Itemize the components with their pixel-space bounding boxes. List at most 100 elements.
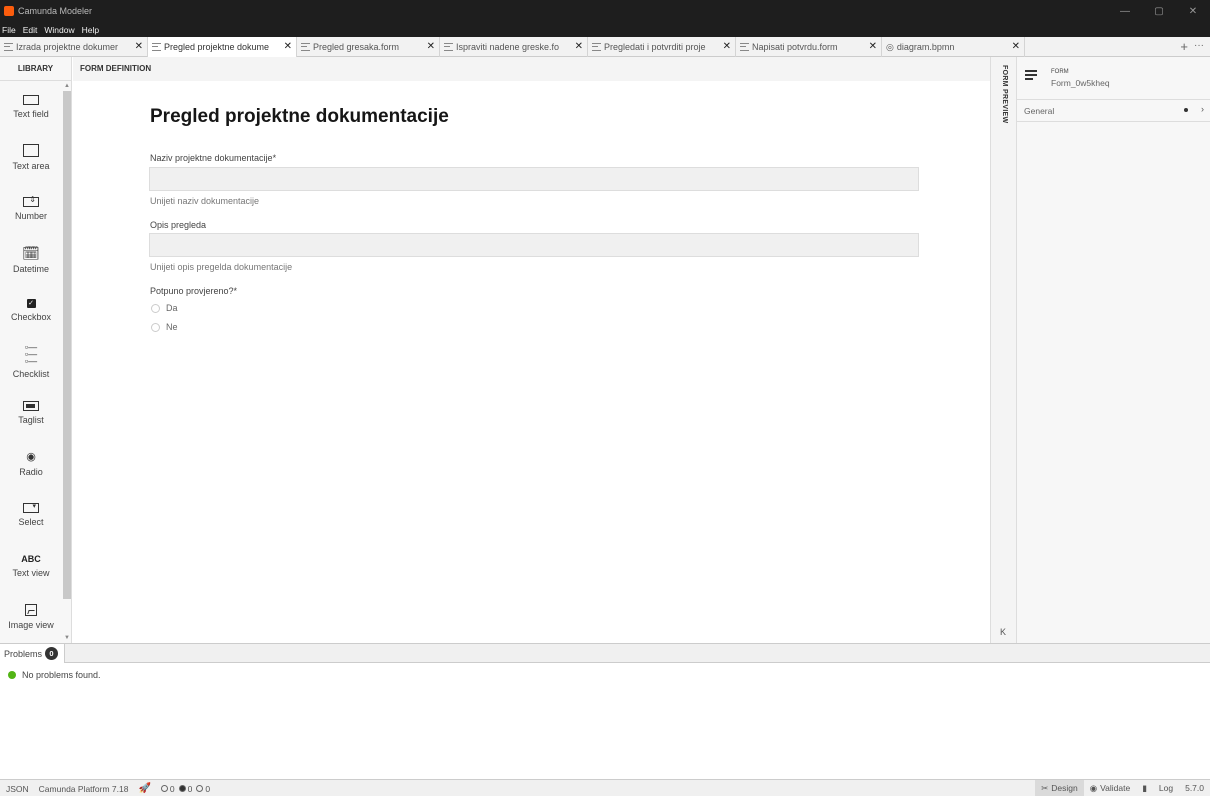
- problems-message: No problems found.: [8, 670, 101, 680]
- select-icon: ▾: [23, 502, 39, 513]
- radio-circle-icon: [151, 303, 160, 313]
- tab-napisati-potvrdu[interactable]: Napisati potvrdu.form ✕: [736, 37, 882, 57]
- library-item-select[interactable]: ▾ Select: [0, 489, 62, 540]
- info-icon: [196, 785, 204, 792]
- library-item-text-field[interactable]: Text field: [0, 81, 62, 132]
- more-tabs-button[interactable]: ···: [1194, 40, 1204, 51]
- eye-icon: ◉: [1089, 782, 1098, 793]
- problems-tab[interactable]: Problems 0: [0, 644, 66, 663]
- element-id: Form_0w5kheq: [1051, 78, 1110, 88]
- library-title: LIBRARY: [0, 57, 71, 81]
- bpmn-file-icon: ◎: [886, 41, 894, 52]
- library-item-checkbox[interactable]: ✓ Checkbox: [0, 285, 62, 336]
- library-item-checklist[interactable]: ▫— ▫— ▫— Checklist: [0, 336, 62, 387]
- log-button[interactable]: Log: [1153, 780, 1179, 796]
- checklist-icon: ▫— ▫— ▫—: [24, 342, 38, 366]
- form-canvas[interactable]: Pregled projektne dokumentacije Naziv pr…: [73, 81, 990, 643]
- lint-counts[interactable]: 0 0 0: [160, 784, 210, 794]
- window-controls: — ▢ ✕: [1108, 0, 1210, 22]
- review-description-field[interactable]: [149, 233, 919, 257]
- menu-bar: File Edit Window Help: [0, 22, 1210, 37]
- form-file-icon: [301, 43, 310, 51]
- collapse-panel-icon[interactable]: K: [1000, 627, 1006, 637]
- engine-platform-selector[interactable]: Camunda Platform 7.18: [39, 784, 129, 794]
- library-item-datetime[interactable]: 🗓 Datetime: [0, 234, 62, 285]
- camunda-logo-icon: [4, 6, 14, 16]
- form-icon: [1025, 70, 1037, 82]
- deploy-rocket-icon[interactable]: 🚀: [138, 783, 150, 794]
- menu-help[interactable]: Help: [82, 25, 99, 35]
- field-description: Unijeti naziv dokumentacije: [150, 196, 260, 206]
- close-tab-icon[interactable]: ✕: [723, 41, 731, 52]
- close-tab-icon[interactable]: ✕: [1012, 41, 1020, 52]
- design-mode-button[interactable]: ✂ Design: [1035, 780, 1084, 796]
- close-tab-icon[interactable]: ✕: [869, 41, 877, 52]
- minimize-button[interactable]: —: [1108, 0, 1142, 22]
- form-file-icon: [4, 43, 13, 51]
- design-icon: ✂: [1041, 782, 1049, 793]
- close-tab-icon[interactable]: ✕: [284, 41, 292, 52]
- library-item-taglist[interactable]: Taglist: [0, 387, 62, 438]
- number-icon: ⇕: [23, 195, 39, 207]
- feedback-button[interactable]: ▮: [1136, 780, 1153, 796]
- add-tab-button[interactable]: +: [1180, 39, 1188, 54]
- feedback-icon: ▮: [1142, 782, 1147, 793]
- warning-icon: [178, 785, 186, 792]
- close-window-button[interactable]: ✕: [1176, 0, 1210, 22]
- form-file-icon: [740, 43, 749, 51]
- properties-panel: FORM Form_0w5kheq General ›: [1017, 57, 1210, 643]
- checkbox-icon: ✓: [26, 299, 36, 308]
- group-indicator-dot: [1184, 108, 1188, 112]
- tab-ispraviti-greske[interactable]: Ispraviti nadene greske.fo ✕: [440, 37, 588, 57]
- title-bar: Camunda Modeler — ▢ ✕: [0, 0, 1210, 22]
- library-item-number[interactable]: ⇕ Number: [0, 183, 62, 234]
- tab-izrada-projektne[interactable]: Izrada projektne dokumer ✕: [0, 37, 148, 57]
- library-scrollbar[interactable]: [63, 91, 71, 599]
- close-tab-icon[interactable]: ✕: [575, 41, 583, 52]
- text-field-icon: [23, 94, 39, 105]
- success-icon: [8, 671, 16, 679]
- tab-pregled-gresaka[interactable]: Pregled gresaka.form ✕: [297, 37, 440, 57]
- menu-edit[interactable]: Edit: [23, 25, 38, 35]
- tab-diagram-bpmn[interactable]: ◎ diagram.bpmn ✕: [882, 37, 1025, 57]
- name-text-field[interactable]: [149, 167, 919, 191]
- library-item-image-view[interactable]: Image view: [0, 591, 62, 642]
- properties-group-general[interactable]: General ›: [1017, 100, 1210, 122]
- tab-pregledati-potvrditi[interactable]: Pregledati i potvrditi proje ✕: [588, 37, 736, 57]
- library-item-text-view[interactable]: ABC Text view: [0, 540, 62, 591]
- validate-mode-button[interactable]: ◉ Validate: [1084, 780, 1137, 796]
- version-label[interactable]: 5.7.0: [1179, 780, 1210, 796]
- scroll-down-icon[interactable]: ▼: [64, 635, 70, 641]
- taglist-icon: [23, 400, 39, 411]
- tab-pregled-projektne[interactable]: Pregled projektne dokume ✕: [148, 37, 297, 57]
- radio-circle-icon: [151, 322, 160, 332]
- error-icon: [160, 785, 168, 792]
- form-file-icon: [444, 43, 453, 51]
- form-file-icon: [592, 43, 601, 51]
- close-tab-icon[interactable]: ✕: [135, 41, 143, 52]
- json-button[interactable]: JSON: [6, 784, 29, 794]
- library-item-text-area[interactable]: Text area: [0, 132, 62, 183]
- form-definition-header: FORM DEFINITION: [73, 57, 990, 81]
- field-description: Unijeti opis pregelda dokumentacije: [150, 262, 293, 272]
- maximize-button[interactable]: ▢: [1142, 0, 1176, 22]
- chevron-right-icon: ›: [1201, 104, 1204, 114]
- problems-bar: Problems 0: [0, 643, 1210, 663]
- status-bar: JSON Camunda Platform 7.18 🚀 0 0 0 ✂ Des…: [0, 779, 1210, 796]
- radio-option-da[interactable]: Da: [151, 303, 178, 313]
- library-item-radio[interactable]: ◉ Radio: [0, 438, 62, 489]
- datetime-icon: 🗓: [22, 244, 40, 261]
- text-area-icon: [23, 144, 39, 157]
- element-type: FORM: [1051, 69, 1069, 75]
- radio-option-ne[interactable]: Ne: [151, 322, 178, 332]
- form-title[interactable]: Pregled projektne dokumentacije: [150, 106, 449, 128]
- menu-window[interactable]: Window: [44, 25, 74, 35]
- form-preview-toggle[interactable]: FORM PREVIEW K: [990, 57, 1017, 643]
- menu-file[interactable]: File: [2, 25, 16, 35]
- problems-count-badge: 0: [45, 647, 59, 660]
- problems-panel: No problems found.: [0, 663, 1210, 779]
- image-view-icon: [25, 603, 37, 616]
- scroll-up-icon[interactable]: ▲: [64, 83, 70, 89]
- radio-group-label: Potpuno provjereno?*: [150, 286, 238, 296]
- close-tab-icon[interactable]: ✕: [427, 41, 435, 52]
